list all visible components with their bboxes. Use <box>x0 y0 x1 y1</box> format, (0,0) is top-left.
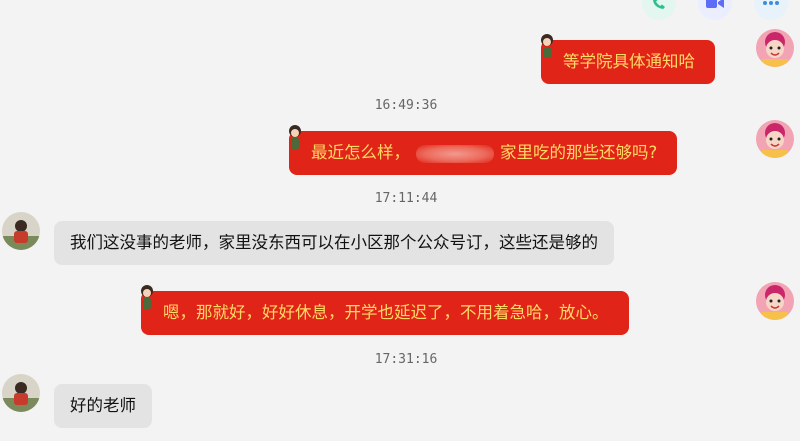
chat-window: 等学院具体通知哈 16:49:36 最近怎么样， 家里吃的那些还够吗? 17:11… <box>0 0 800 441</box>
message-text: 等学院具体通知哈 <box>563 52 695 71</box>
message-text-before: 最近怎么样， <box>311 143 410 162</box>
incoming-message-bubble[interactable]: 我们这没事的老师，家里没东西可以在小区那个公众号订，这些还是够的 <box>54 221 614 265</box>
video-camera-icon[interactable] <box>698 0 732 20</box>
sticker-icon <box>541 34 553 58</box>
message-text-after: 家里吃的那些还够吗? <box>500 143 658 162</box>
more-dots-icon[interactable] <box>754 0 788 20</box>
sticker-icon <box>289 125 301 149</box>
outgoing-message-bubble[interactable]: 嗯，那就好，好好休息，开学也延迟了，不用着急哈，放心。 <box>141 285 629 335</box>
outgoing-message-bubble[interactable]: 等学院具体通知哈 <box>541 34 715 84</box>
message-text: 我们这没事的老师，家里没东西可以在小区那个公众号订，这些还是够的 <box>70 233 598 252</box>
self-avatar[interactable] <box>756 120 794 158</box>
self-avatar[interactable] <box>756 282 794 320</box>
message-timestamp: 17:11:44 <box>374 191 438 206</box>
incoming-message-bubble[interactable]: 好的老师 <box>54 384 152 428</box>
contact-avatar[interactable] <box>2 374 40 412</box>
message-timestamp: 17:31:16 <box>374 352 438 367</box>
contact-avatar[interactable] <box>2 212 40 250</box>
message-text: 嗯，那就好，好好休息，开学也延迟了，不用着急哈，放心。 <box>163 303 609 322</box>
phone-icon[interactable] <box>642 0 676 20</box>
sticker-icon <box>141 285 153 309</box>
chat-toolbar <box>642 0 788 20</box>
self-avatar[interactable] <box>756 29 794 67</box>
redacted-name <box>416 144 494 163</box>
message-text: 好的老师 <box>70 396 136 415</box>
message-timestamp: 16:49:36 <box>374 98 438 113</box>
outgoing-message-bubble[interactable]: 最近怎么样， 家里吃的那些还够吗? <box>289 125 678 175</box>
